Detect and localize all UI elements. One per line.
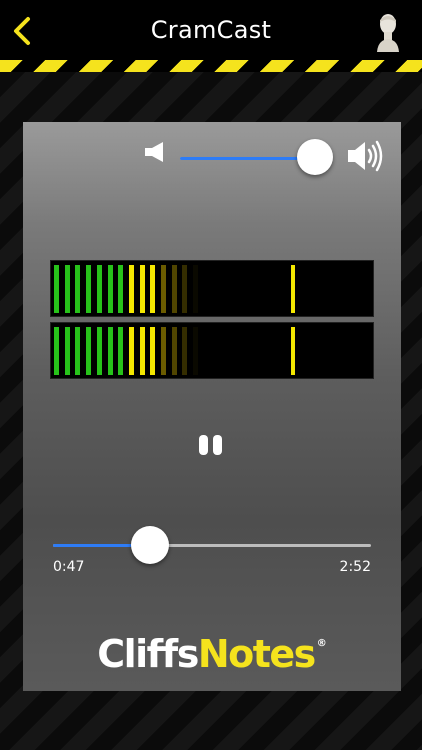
meter-bar <box>118 327 124 375</box>
meter-bar <box>64 327 70 375</box>
progress-slider[interactable] <box>53 544 371 547</box>
hazard-stripe-divider <box>0 60 422 72</box>
meter-bar <box>54 327 59 375</box>
meter-bar <box>182 265 188 313</box>
logo-notes: Notes <box>197 632 316 676</box>
volume-high-icon[interactable] <box>347 139 383 173</box>
meter-bar <box>150 265 156 313</box>
meter-bar <box>86 265 92 313</box>
progress-slider-fill <box>53 544 139 547</box>
total-time: 2:52 <box>339 559 371 575</box>
meter-bar <box>139 265 145 313</box>
volume-slider-thumb[interactable] <box>297 139 333 175</box>
meter-bar <box>139 327 145 375</box>
top-bar: CramCast <box>0 0 422 60</box>
elapsed-time: 0:47 <box>53 559 85 575</box>
meter-bar <box>193 327 199 375</box>
volume-low-icon[interactable] <box>143 140 167 164</box>
logo-cliffs: Cliffs <box>97 632 199 676</box>
meter-bar <box>182 327 188 375</box>
level-meter-right <box>50 322 374 379</box>
peak-indicator <box>291 265 295 313</box>
meter-bar <box>86 327 92 375</box>
meter-bar <box>161 265 166 313</box>
meter-bar <box>96 265 102 313</box>
meter-bar <box>54 265 59 313</box>
meter-bar <box>75 327 81 375</box>
pause-icon <box>199 435 208 455</box>
pause-button[interactable] <box>199 435 229 457</box>
player-panel: 0:47 2:52 CliffsNotes ® <box>23 122 401 691</box>
meter-bar <box>171 265 177 313</box>
meter-bar <box>107 265 113 313</box>
meter-bar <box>107 327 113 375</box>
meter-bar <box>150 327 156 375</box>
meter-bar <box>64 265 70 313</box>
bust-avatar-icon[interactable] <box>374 12 402 52</box>
peak-indicator <box>291 327 295 375</box>
level-meter-left <box>50 260 374 317</box>
meter-bar <box>161 327 166 375</box>
meter-bar <box>118 265 124 313</box>
meter-bar <box>75 265 81 313</box>
meter-bar <box>171 327 177 375</box>
pause-icon <box>213 435 222 455</box>
cliffsnotes-logo: CliffsNotes ® <box>23 632 401 676</box>
progress-slider-thumb[interactable] <box>131 526 169 564</box>
app-title: CramCast <box>150 16 272 44</box>
meter-bar <box>128 327 134 375</box>
meter-bar <box>128 265 134 313</box>
registered-mark: ® <box>316 638 327 649</box>
meter-bar <box>96 327 102 375</box>
volume-slider-fill <box>180 157 311 160</box>
meter-bar <box>193 265 199 313</box>
